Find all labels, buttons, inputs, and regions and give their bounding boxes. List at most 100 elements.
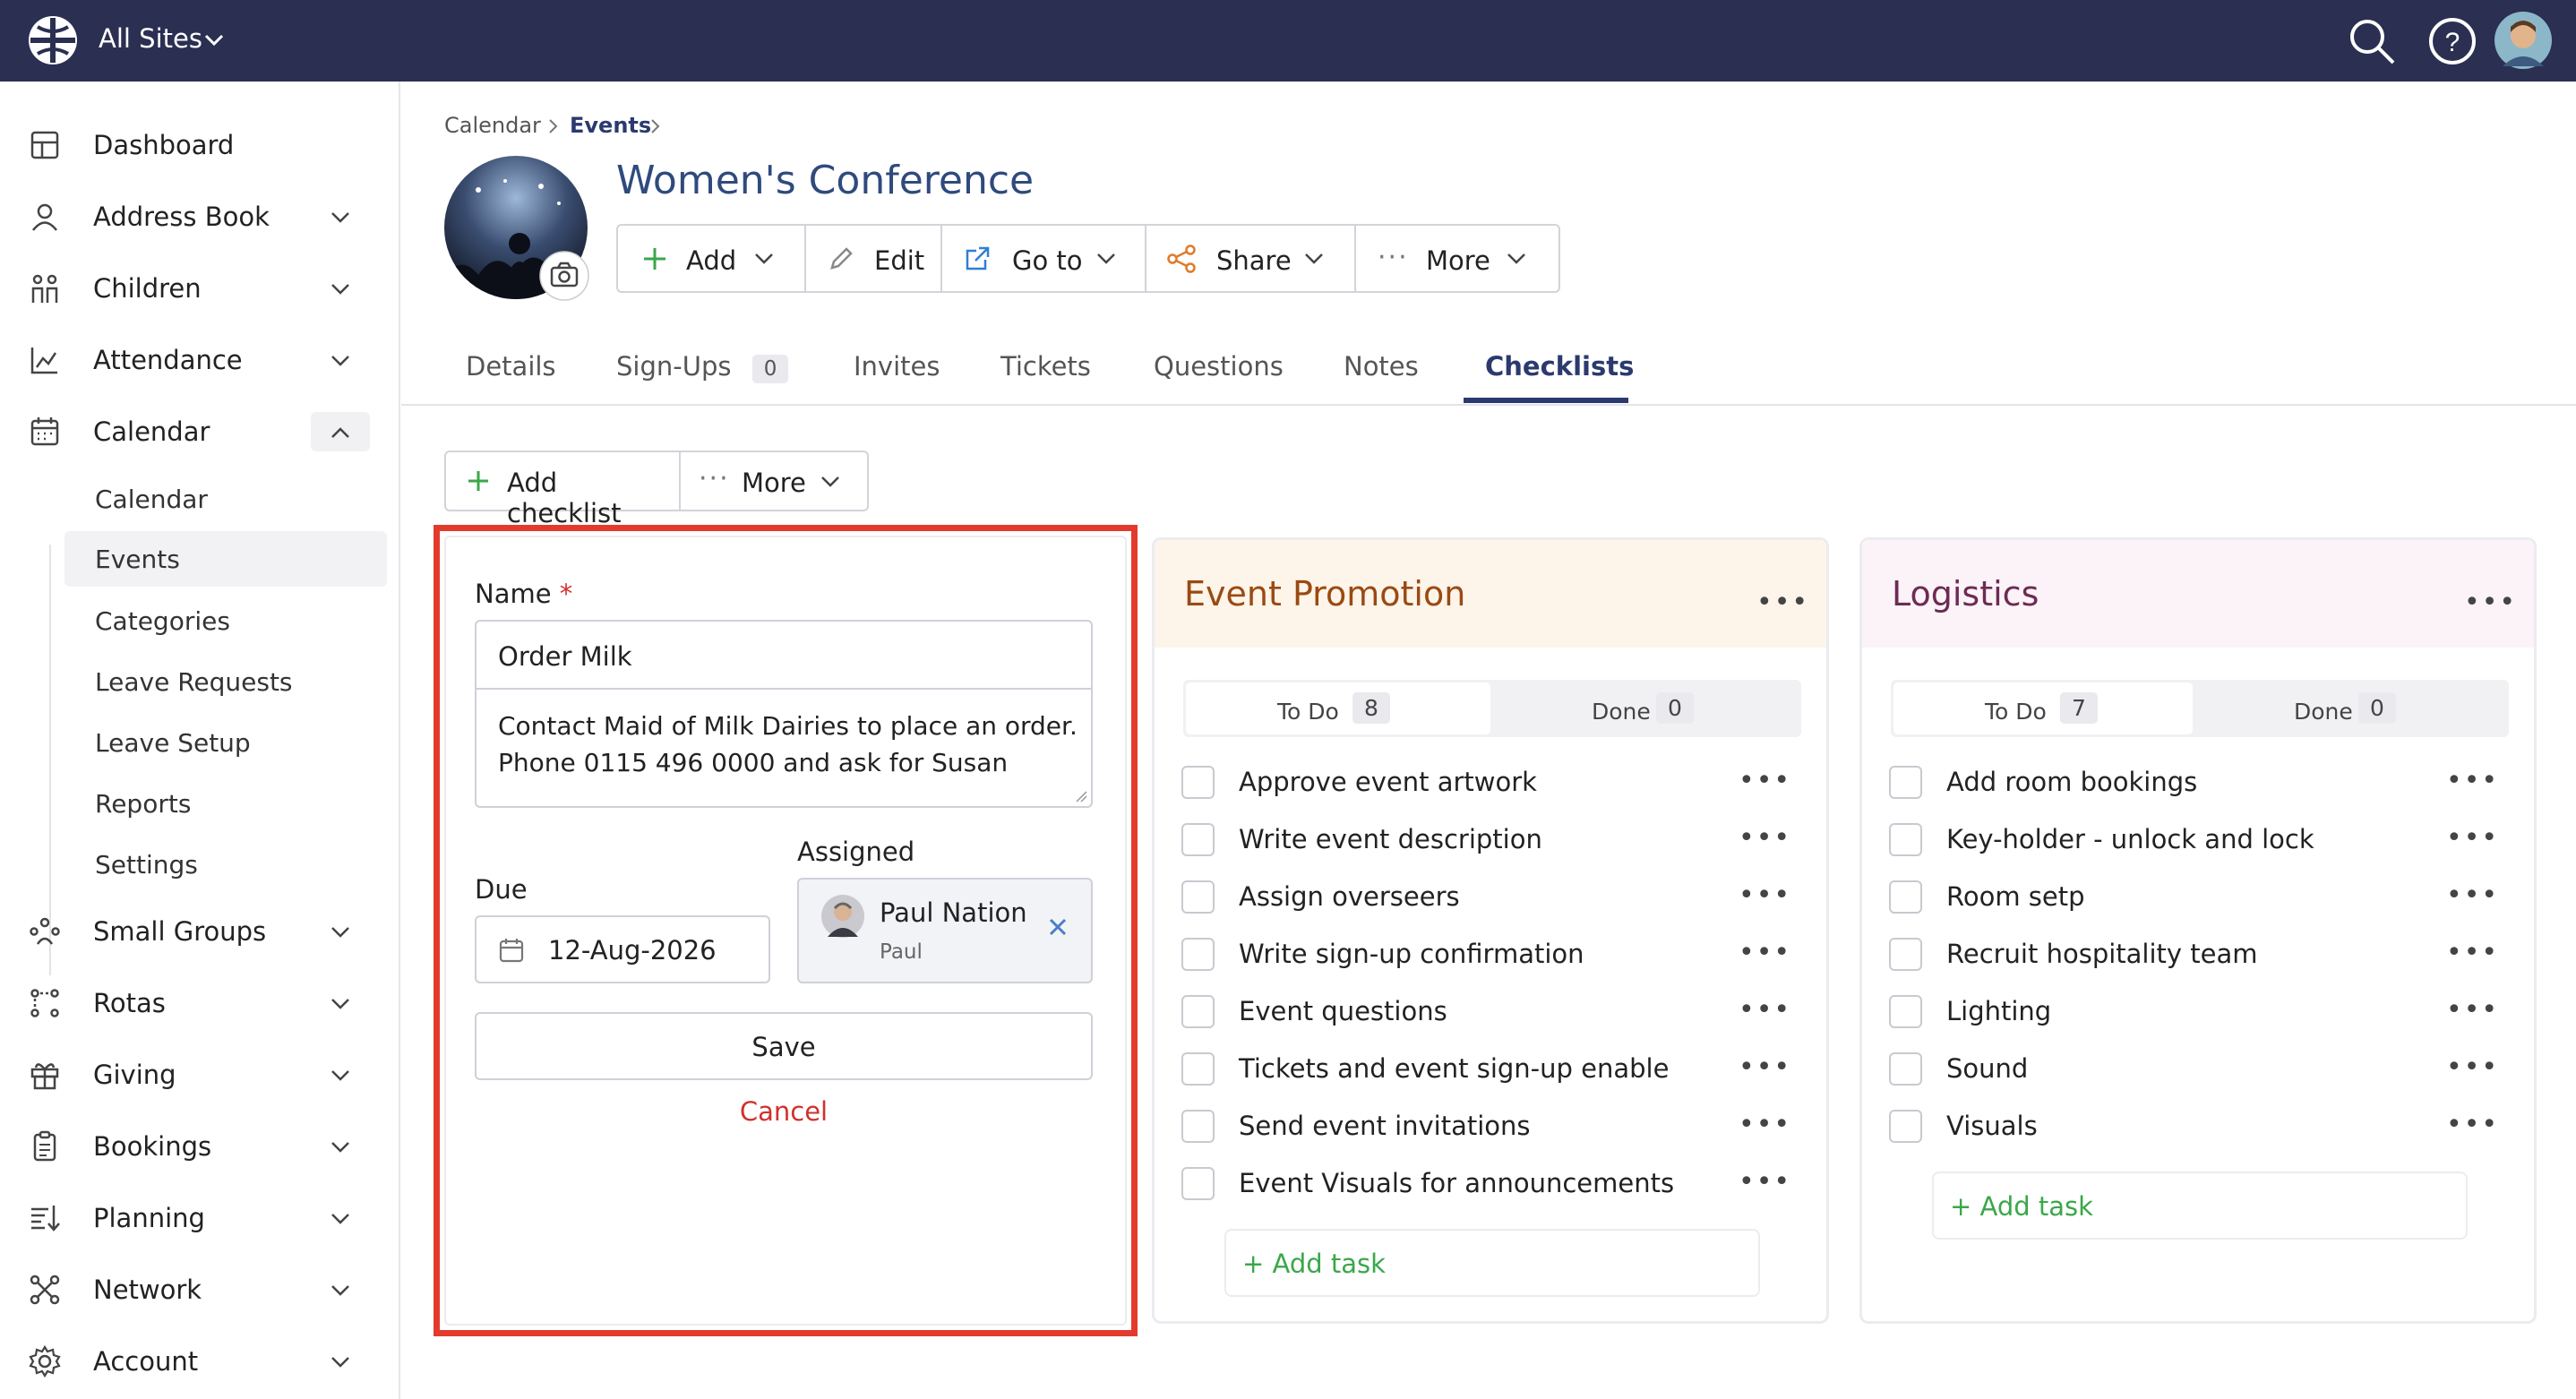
ellipsis-icon[interactable]: •••	[2446, 1109, 2499, 1140]
task-checkbox[interactable]	[1889, 1110, 1922, 1143]
sidebar-subitem-leave-setup[interactable]: Leave Setup	[64, 715, 387, 770]
tab-invites[interactable]: Invites	[854, 351, 940, 382]
share-button[interactable]: Share	[1145, 224, 1356, 293]
task-label[interactable]: Tickets and event sign-up enable	[1239, 1053, 1669, 1084]
chevron-down-icon[interactable]	[328, 920, 353, 945]
todo-segment[interactable]: To Do 8	[1186, 682, 1490, 734]
task-label[interactable]: Send event invitations	[1239, 1111, 1531, 1141]
site-selector-label[interactable]: All Sites	[99, 23, 202, 54]
add-task-button[interactable]: + Add task	[1932, 1172, 2468, 1240]
task-label[interactable]: Event questions	[1239, 996, 1447, 1026]
checklist-more-button[interactable]: ··· More	[679, 451, 869, 511]
chevron-down-icon[interactable]	[328, 991, 353, 1017]
more-button[interactable]: ··· More	[1354, 224, 1560, 293]
chevron-down-icon[interactable]	[328, 1206, 353, 1232]
tab-questions[interactable]: Questions	[1154, 351, 1284, 382]
search-icon[interactable]	[2347, 16, 2397, 66]
chevron-down-icon[interactable]	[328, 1135, 353, 1160]
camera-icon[interactable]	[539, 251, 589, 301]
sidebar-subitem-reports[interactable]: Reports	[64, 776, 387, 831]
sidebar-subitem-leave-requests[interactable]: Leave Requests	[64, 654, 387, 709]
task-label[interactable]: Add room bookings	[1946, 767, 2197, 797]
resize-handle-icon[interactable]	[1075, 790, 1087, 802]
chevron-down-icon[interactable]	[328, 1278, 353, 1303]
globe-logo-icon[interactable]	[27, 14, 79, 66]
done-segment[interactable]: Done 0	[1491, 682, 1799, 734]
task-checkbox[interactable]	[1889, 880, 1922, 914]
cancel-link[interactable]: Cancel	[475, 1096, 1093, 1127]
chevron-up-icon[interactable]	[328, 420, 353, 445]
ellipsis-icon[interactable]: •••	[1739, 994, 1791, 1026]
task-label[interactable]: Visuals	[1946, 1111, 2038, 1141]
chevron-down-icon[interactable]	[328, 205, 353, 230]
task-checkbox[interactable]	[1889, 938, 1922, 971]
avatar[interactable]	[2494, 11, 2553, 70]
tab-details[interactable]: Details	[466, 351, 556, 382]
help-icon[interactable]: ?	[2427, 16, 2477, 66]
sidebar-subitem-events[interactable]: Events	[64, 531, 387, 587]
ellipsis-icon[interactable]: •••	[2446, 1051, 2499, 1083]
edit-button[interactable]: Edit	[804, 224, 942, 293]
task-checkbox[interactable]	[1181, 1110, 1215, 1143]
done-segment[interactable]: Done 0	[2194, 682, 2506, 734]
sidebar-item-address-book[interactable]: Address Book	[0, 185, 400, 248]
description-textarea[interactable]: Contact Maid of Milk Dairies to place an…	[475, 688, 1093, 808]
chevron-down-icon[interactable]	[328, 1350, 353, 1375]
task-label[interactable]: Room setp	[1946, 881, 2085, 912]
sidebar-subitem-settings[interactable]: Settings	[64, 837, 387, 892]
tab-signups[interactable]: Sign-Ups 0	[616, 351, 789, 383]
tab-checklists[interactable]: Checklists	[1485, 351, 1634, 382]
task-label[interactable]: Event Visuals for announcements	[1239, 1168, 1674, 1198]
task-checkbox[interactable]	[1889, 823, 1922, 856]
ellipsis-icon[interactable]: •••	[2446, 937, 2499, 968]
sidebar-item-account[interactable]: Account	[0, 1330, 400, 1393]
sidebar-subitem-categories[interactable]: Categories	[64, 593, 387, 648]
ellipsis-icon[interactable]: •••	[1739, 822, 1791, 854]
ellipsis-icon[interactable]: •••	[2464, 587, 2517, 618]
sidebar-item-network[interactable]: Network	[0, 1258, 400, 1321]
task-checkbox[interactable]	[1181, 766, 1215, 799]
name-input[interactable]: Order Milk	[475, 620, 1093, 690]
ellipsis-icon[interactable]: •••	[2446, 880, 2499, 911]
sidebar-item-rotas[interactable]: Rotas	[0, 972, 400, 1034]
add-checklist-button[interactable]: Add checklist	[444, 451, 681, 528]
sidebar-subitem-calendar[interactable]: Calendar	[64, 471, 387, 527]
add-button[interactable]: Add	[616, 224, 806, 293]
task-checkbox[interactable]	[1181, 995, 1215, 1028]
ellipsis-icon[interactable]: •••	[1739, 937, 1791, 968]
sidebar-item-attendance[interactable]: Attendance	[0, 329, 400, 391]
task-checkbox[interactable]	[1181, 823, 1215, 856]
chevron-down-icon[interactable]	[328, 1063, 353, 1088]
ellipsis-icon[interactable]: •••	[1756, 587, 1809, 618]
task-label[interactable]: Assign overseers	[1239, 881, 1460, 912]
task-checkbox[interactable]	[1181, 880, 1215, 914]
ellipsis-icon[interactable]: •••	[1739, 880, 1791, 911]
sidebar-item-giving[interactable]: Giving	[0, 1043, 400, 1106]
task-label[interactable]: Sound	[1946, 1053, 2028, 1084]
assigned-person-chip[interactable]: Paul Nation Paul	[797, 878, 1093, 983]
sidebar-item-small-groups[interactable]: Small Groups	[0, 900, 400, 963]
chevron-down-icon[interactable]	[328, 348, 353, 373]
task-label[interactable]: Key-holder - unlock and lock	[1946, 824, 2314, 854]
task-checkbox[interactable]	[1889, 995, 1922, 1028]
task-label[interactable]: Write event description	[1239, 824, 1542, 854]
tab-notes[interactable]: Notes	[1344, 351, 1419, 382]
close-icon[interactable]	[1046, 915, 1069, 939]
task-label[interactable]: Write sign-up confirmation	[1239, 939, 1584, 969]
task-label[interactable]: Recruit hospitality team	[1946, 939, 2258, 969]
add-task-button[interactable]: + Add task	[1224, 1229, 1760, 1297]
save-button[interactable]: Save	[475, 1012, 1093, 1080]
chevron-down-icon[interactable]	[328, 277, 353, 302]
breadcrumb-calendar[interactable]: Calendar	[444, 113, 541, 138]
task-label[interactable]: Approve event artwork	[1239, 767, 1537, 797]
ellipsis-icon[interactable]: •••	[2446, 994, 2499, 1026]
tab-tickets[interactable]: Tickets	[1000, 351, 1091, 382]
sidebar-item-planning[interactable]: Planning	[0, 1187, 400, 1249]
ellipsis-icon[interactable]: •••	[1739, 765, 1791, 796]
task-checkbox[interactable]	[1889, 1052, 1922, 1086]
breadcrumb-events[interactable]: Events	[570, 113, 651, 138]
ellipsis-icon[interactable]: •••	[2446, 822, 2499, 854]
goto-button[interactable]: Go to	[940, 224, 1146, 293]
sidebar-item-dashboard[interactable]: Dashboard	[0, 114, 400, 176]
due-date-input[interactable]: 12-Aug-2026	[475, 915, 770, 983]
